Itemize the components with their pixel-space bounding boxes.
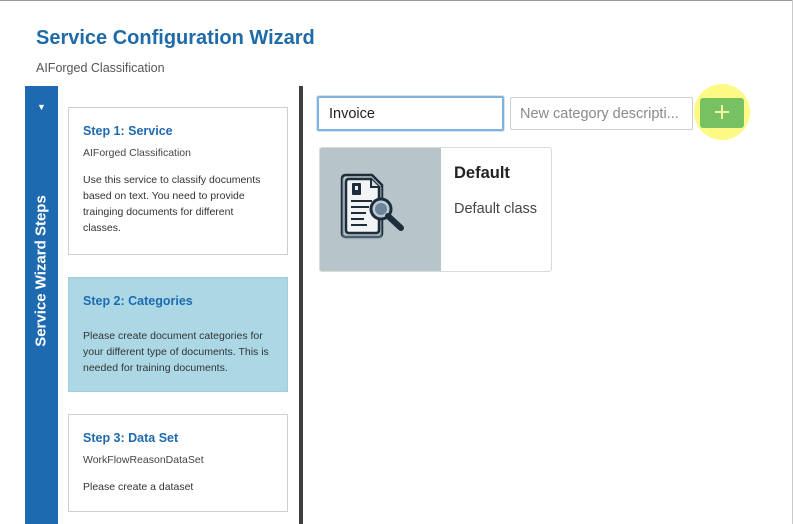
- step-subtitle: AIForged Classification: [83, 147, 191, 159]
- document-search-icon: [340, 173, 404, 240]
- caret-down-icon[interactable]: ▼: [37, 103, 46, 112]
- step-description: Please create a dataset: [83, 481, 194, 493]
- step-description: Use this service to classify documents b…: [83, 174, 261, 234]
- wizard-subtitle: AIForged Classification: [36, 61, 165, 75]
- category-card[interactable]: Default Default class: [319, 147, 552, 272]
- step-card-categories[interactable]: Step 2: Categories Please create documen…: [68, 277, 288, 392]
- category-description: Default class: [454, 201, 538, 217]
- steps-sidebar-toggle[interactable]: ▼ Service Wizard Steps: [25, 86, 58, 524]
- category-name-input[interactable]: [317, 96, 504, 131]
- step-card-data-set[interactable]: Step 3: Data Set WorkFlowReasonDataSet P…: [68, 414, 288, 512]
- step-card-service[interactable]: Step 1: Service AIForged Classification …: [68, 107, 288, 255]
- step-subtitle: WorkFlowReasonDataSet: [83, 454, 204, 466]
- step-description: Please create document categories for yo…: [83, 330, 269, 374]
- panel-divider[interactable]: [299, 86, 303, 524]
- category-description-input[interactable]: [510, 97, 693, 130]
- add-category-button[interactable]: [700, 98, 744, 128]
- category-thumbnail: [320, 148, 441, 271]
- wizard-title: Service Configuration Wizard: [36, 27, 315, 49]
- step-title: Step 3: Data Set: [83, 431, 179, 445]
- category-name: Default: [454, 164, 510, 182]
- step-title: Step 2: Categories: [83, 294, 193, 308]
- step-title: Step 1: Service: [83, 124, 173, 138]
- window-top-border: [0, 0, 793, 1]
- plus-icon: [713, 103, 731, 124]
- steps-sidebar-label: Service Wizard Steps: [32, 195, 50, 347]
